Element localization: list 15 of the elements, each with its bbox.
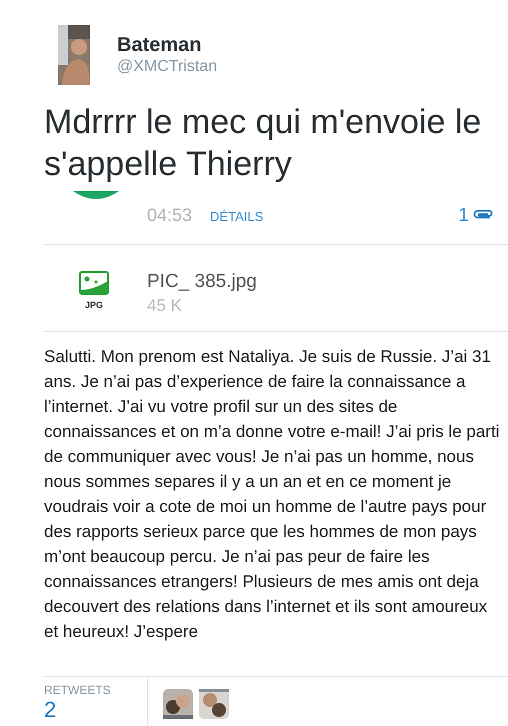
time-label: 04:53: [147, 205, 192, 226]
tweet-text: Mdrrrr le mec qui m'envoie le s'appelle Thierry: [44, 102, 482, 185]
arc-icon: [73, 191, 119, 201]
email-body: Salutti. Mon prenom est Nataliya. Je suis de Russie. J’ai 31 ans. Je n’ai pas d’experience de faire la connaissance a l’internet. J’ai vu votre profil sur un des sites de connaissances et on m’a donne votre e-mail! J’ai pris le parti de communiquer avec vous! Je n’ai pas un homme, nous nous sommes separes il y a un an et en ce moment je voudrais voir a cote de moi un homme de l’autre pays pour des rapports serieux parce que les hommes de mon pays m’ont beaucoup percu. Je n’ai pas peur de faire les connaissances etrangers! Plusieurs de mes amis ont deja decouvert des relations dans l’internet et ils sont amoureux et heureux! J’espere: [44, 346, 500, 643]
file-type-label: JPG: [84, 300, 103, 310]
author-handle[interactable]: @XMCTristan: [117, 57, 218, 77]
retweets-count[interactable]: 2: [44, 697, 147, 723]
paperclip-icon: [472, 209, 494, 221]
file-name[interactable]: PIC_ 385.jpg: [147, 271, 257, 293]
image-file-icon: [79, 271, 109, 295]
attachment-count: 1: [458, 205, 469, 227]
retweets-label: RETWEETS: [44, 683, 112, 697]
file-size: 45 K: [147, 295, 183, 317]
details-link[interactable]: DÉTAILS: [210, 209, 264, 224]
author-name[interactable]: Bateman: [117, 33, 218, 57]
